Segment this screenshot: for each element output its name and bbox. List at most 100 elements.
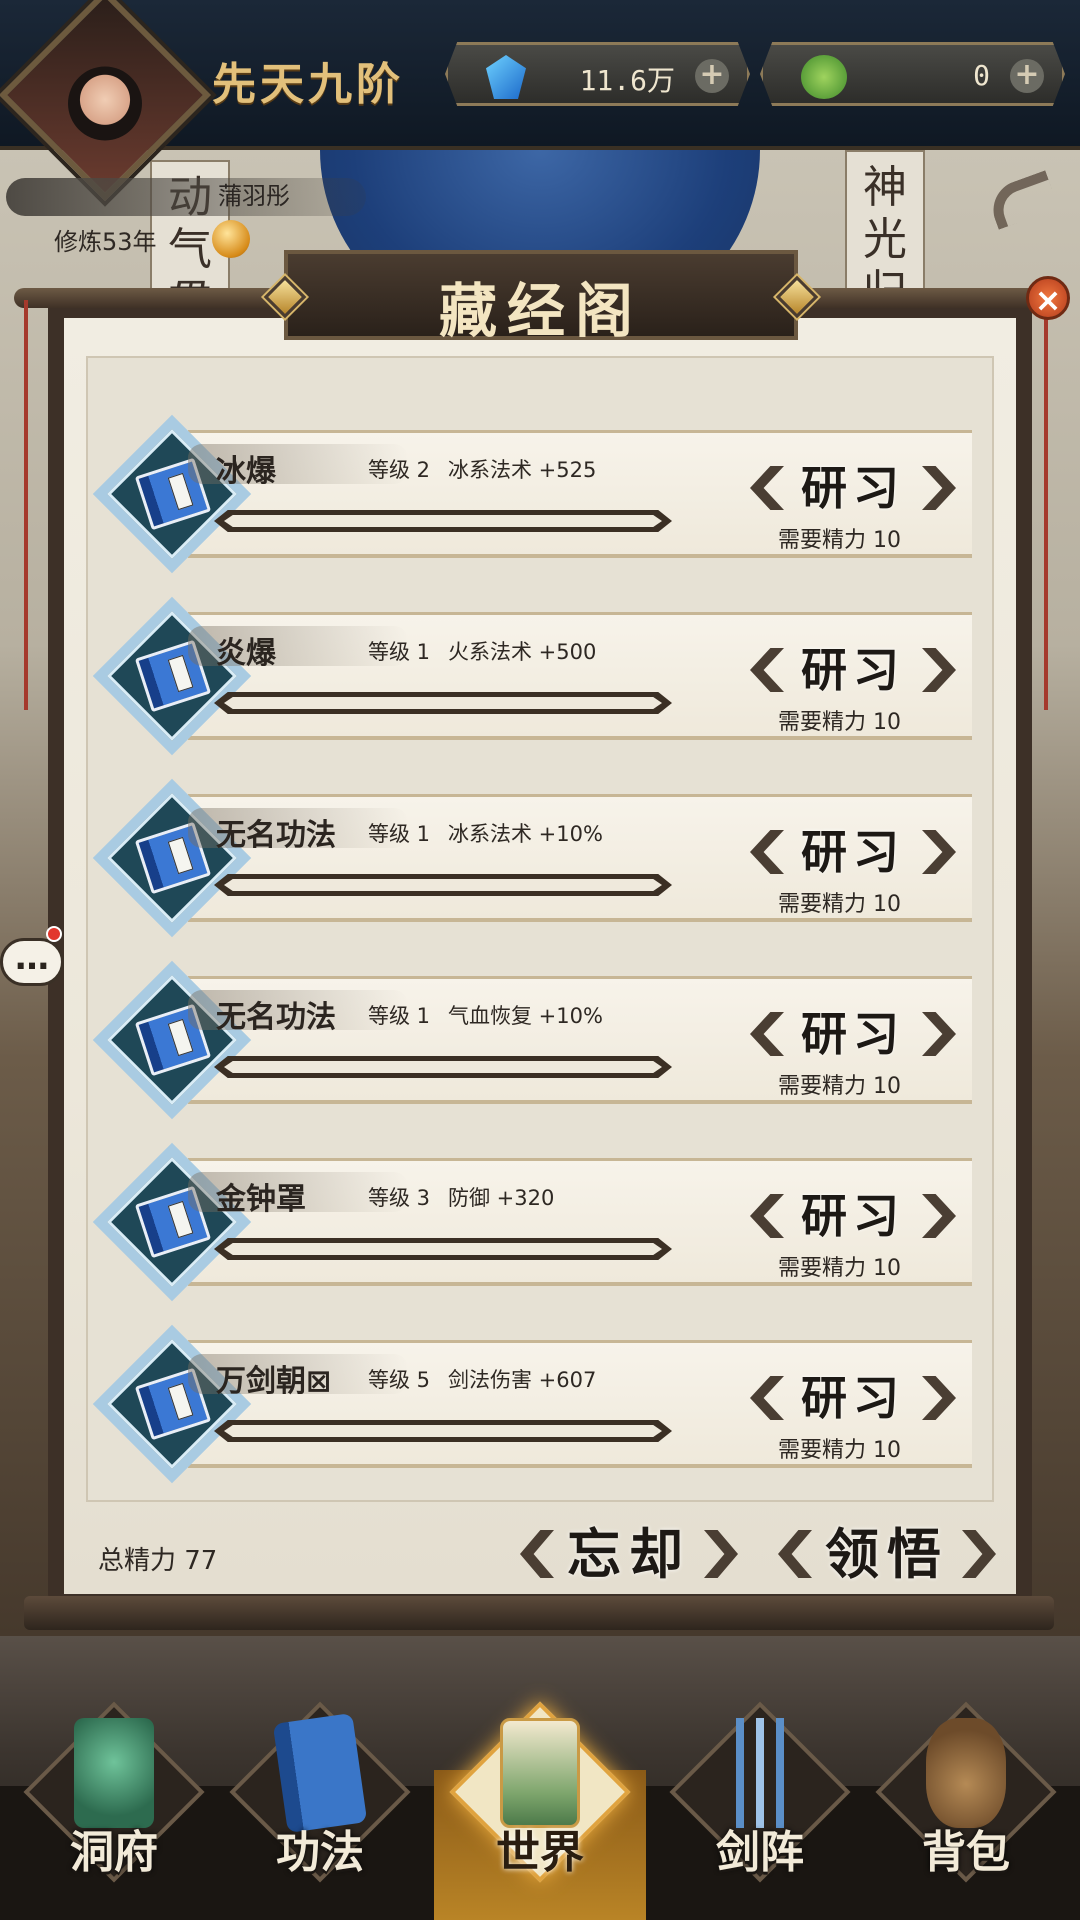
chevron-left-icon [750, 648, 784, 692]
chevron-left-icon [750, 1012, 784, 1056]
skill-name: 无名功法 [216, 818, 336, 853]
study-label: 研习 [801, 1371, 905, 1425]
skill-name: 万剑朝⊠ [216, 1364, 332, 1399]
nav-label: 洞府 [70, 1827, 158, 1878]
player-name: 蒲羽彤 [218, 182, 290, 210]
comprehend-label: 领悟 [825, 1522, 949, 1586]
energy-cost: 需要精力 10 [778, 1256, 901, 1281]
energy-cost: 需要精力 10 [778, 892, 901, 917]
nav-label: 剑阵 [716, 1827, 804, 1878]
chevron-left-icon [750, 1376, 784, 1420]
skill-progress-bar [214, 1238, 672, 1260]
skill-card: 冰爆 等级 2 冰系法术 +525 研习 需要精力 10 [92, 414, 972, 574]
skill-progress-bar [214, 510, 672, 532]
skill-bonus: 防御 +320 [448, 1186, 555, 1210]
nav-item-skills[interactable]: 功法 [220, 1688, 420, 1898]
skill-name: 炎爆 [216, 636, 276, 671]
notification-dot-icon [46, 926, 62, 942]
skill-name: 金钟罩 [216, 1182, 306, 1217]
jade-value: 11.6万 [579, 64, 675, 97]
chevron-right-icon [922, 648, 956, 692]
cave-dwelling-icon [74, 1718, 154, 1828]
skill-progress-bar [214, 1056, 672, 1078]
study-label: 研习 [801, 643, 905, 697]
skill-name: 冰爆 [216, 454, 276, 489]
chevron-right-icon [922, 830, 956, 874]
close-button[interactable]: × [1026, 276, 1070, 320]
total-energy: 总精力 77 [98, 1546, 218, 1576]
skill-bonus: 气血恢复 +10% [448, 1004, 603, 1028]
blue-gem-icon [486, 55, 526, 99]
chevron-right-icon [704, 1530, 738, 1578]
name-brush-stroke [6, 178, 366, 216]
chat-bubble-button[interactable]: … [0, 938, 64, 986]
realm-title: 先天九阶 [212, 59, 404, 110]
skill-card: 炎爆 等级 1 火系法术 +500 研习 需要精力 10 [92, 596, 972, 756]
skill-bonus: 冰系法术 +525 [448, 458, 597, 482]
chevron-left-icon [778, 1530, 812, 1578]
study-button[interactable]: 研习 [750, 1006, 956, 1062]
tassel-right [1044, 300, 1048, 710]
green-coin-icon [801, 55, 847, 99]
chevron-left-icon [520, 1530, 554, 1578]
skill-level: 等级 3 [368, 1186, 431, 1210]
chat-label: … [15, 938, 49, 978]
study-label: 研习 [801, 825, 905, 879]
nav-label: 世界 [496, 1827, 584, 1878]
skill-level: 等级 1 [368, 640, 431, 664]
golden-orb-icon[interactable] [212, 220, 250, 258]
chevron-right-icon [922, 1194, 956, 1238]
skill-card: 无名功法 等级 1 气血恢复 +10% 研习 需要精力 10 [92, 960, 972, 1120]
add-jade-button[interactable]: + [695, 59, 729, 93]
skill-progress-bar [214, 1420, 672, 1442]
chevron-right-icon [922, 1012, 956, 1056]
skill-progress-bar [214, 874, 672, 896]
nav-item-world[interactable]: 世界 [440, 1688, 640, 1898]
study-button[interactable]: 研习 [750, 642, 956, 698]
coin-resource: 0 + [760, 42, 1065, 106]
close-icon: × [1034, 281, 1062, 319]
sword-formation-icon [720, 1718, 800, 1828]
chevron-right-icon [922, 466, 956, 510]
study-button[interactable]: 研习 [750, 460, 956, 516]
comprehend-button[interactable]: 领悟 [778, 1522, 996, 1586]
skill-level: 等级 5 [368, 1368, 431, 1392]
study-button[interactable]: 研习 [750, 824, 956, 880]
nav-item-cave[interactable]: 洞府 [14, 1688, 214, 1898]
forget-button[interactable]: 忘却 [520, 1522, 738, 1586]
chevron-right-icon [962, 1530, 996, 1578]
energy-cost: 需要精力 10 [778, 710, 901, 735]
forget-label: 忘却 [567, 1522, 691, 1586]
scroll-rod-bottom [24, 1596, 1054, 1630]
top-bar: 先天九阶 11.6万 + 0 + [0, 0, 1080, 202]
add-coin-button[interactable]: + [1010, 59, 1044, 93]
skill-bonus: 火系法术 +500 [448, 640, 597, 664]
study-label: 研习 [801, 461, 905, 515]
skill-bonus: 冰系法术 +10% [448, 822, 603, 846]
skill-card: 无名功法 等级 1 冰系法术 +10% 研习 需要精力 10 [92, 778, 972, 938]
avatar-portrait [68, 66, 142, 141]
energy-cost: 需要精力 10 [778, 1074, 901, 1099]
panel-title: 藏经阁 [438, 277, 643, 345]
skill-bonus: 剑法伤害 +607 [448, 1368, 597, 1392]
skill-progress-bar [214, 692, 672, 714]
study-label: 研习 [801, 1189, 905, 1243]
study-button[interactable]: 研习 [750, 1188, 956, 1244]
title-plaque: 藏经阁 [263, 250, 819, 345]
chevron-right-icon [922, 1376, 956, 1420]
chevron-left-icon [750, 1194, 784, 1238]
tassel-left [24, 300, 28, 710]
study-button[interactable]: 研习 [750, 1370, 956, 1426]
skill-level: 等级 1 [368, 822, 431, 846]
skill-name: 无名功法 [216, 1000, 336, 1035]
nav-item-bag[interactable]: 背包 [866, 1688, 1066, 1898]
nav-item-sword-formation[interactable]: 剑阵 [660, 1688, 860, 1898]
skill-level: 等级 2 [368, 458, 431, 482]
bag-icon [926, 1718, 1006, 1828]
skill-card: 金钟罩 等级 3 防御 +320 研习 需要精力 10 [92, 1142, 972, 1302]
study-label: 研习 [801, 1007, 905, 1061]
jade-resource: 11.6万 + [445, 42, 750, 106]
cultivation-years: 修炼53年 [54, 228, 157, 256]
world-scroll-icon [500, 1718, 580, 1828]
skill-card: 万剑朝⊠ 等级 5 剑法伤害 +607 研习 需要精力 10 [92, 1324, 972, 1484]
